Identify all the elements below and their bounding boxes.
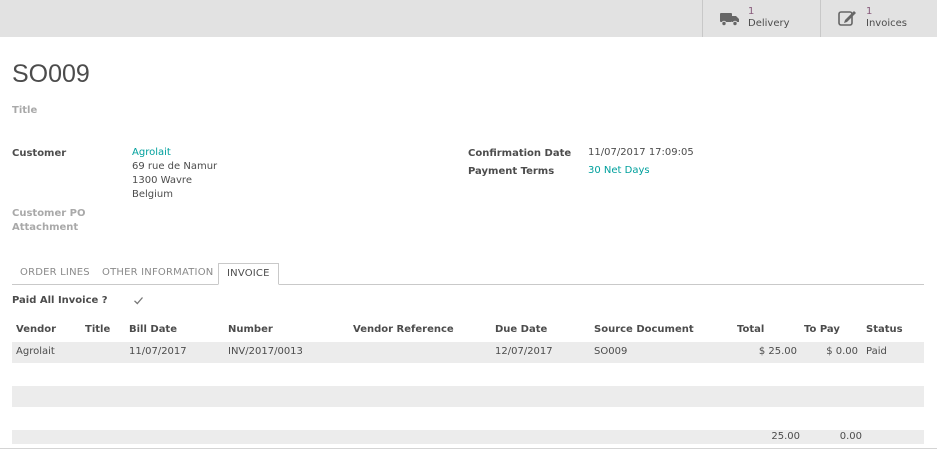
cell-source-document: SO009 [594,346,628,357]
address-line-1: 69 rue de Namur [132,161,218,172]
payment-terms-link[interactable]: 30 Net Days [588,164,650,178]
cell-total: $ 25.00 [758,346,797,357]
col-number[interactable]: Number [228,324,273,335]
col-vendor[interactable]: Vendor [16,324,56,335]
tab-order-lines[interactable]: ORDER LINES [20,267,90,278]
attachment-label: Attachment [12,222,79,233]
pencil-square-icon [838,11,856,26]
cell-number: INV/2017/0013 [228,346,303,357]
table-row[interactable]: Agrolait 11/07/2017 INV/2017/0013 12/07/… [12,342,924,363]
form-sheet: SO009 Title Customer Agrolait 69 rue de … [0,37,937,450]
title-field[interactable]: Title [12,105,37,116]
col-to-pay[interactable]: To Pay [804,324,840,335]
customer-po-label: Customer PO [12,208,86,219]
delivery-stat-button[interactable]: 1 Delivery [702,0,820,37]
invoices-label: Invoices [866,18,907,29]
col-source-document[interactable]: Source Document [594,324,694,335]
delivery-count: 1 [748,6,755,17]
cell-bill-date: 11/07/2017 [129,346,187,357]
col-bill-date[interactable]: Bill Date [129,324,177,335]
invoices-count: 1 [866,6,873,17]
col-vendor-reference[interactable]: Vendor Reference [353,324,454,335]
notebook-tabs: ORDER LINES OTHER INFORMATION INVOICE [12,263,924,285]
col-due-date[interactable]: Due Date [495,324,547,335]
cell-due-date: 12/07/2017 [495,346,553,357]
paid-all-invoice-checkbox[interactable] [133,295,144,306]
truck-icon [720,13,739,27]
cell-vendor: Agrolait [16,346,55,357]
address-line-3: Belgium [132,189,173,200]
invoice-table-header: Vendor Title Bill Date Number Vendor Ref… [12,324,924,338]
tab-other-information[interactable]: OTHER INFORMATION [102,267,213,278]
payment-terms-label: Payment Terms [468,166,555,177]
cell-to-pay: $ 0.00 [826,346,858,357]
confirmation-date-value: 11/07/2017 17:09:05 [588,147,694,158]
col-status[interactable]: Status [866,324,903,335]
table-footer: 25.00 0.00 [12,430,924,444]
customer-label: Customer [12,148,67,159]
customer-link[interactable]: Agrolait [132,146,171,160]
footer-total: 25.00 [771,431,800,442]
button-box: 1 Delivery 1 Invoices [0,0,937,37]
divider [0,448,937,449]
invoices-stat-button[interactable]: 1 Invoices [820,0,937,37]
paid-all-invoice-label: Paid All Invoice ? [12,295,108,306]
tab-invoice[interactable]: INVOICE [218,263,279,285]
empty-row [12,386,924,407]
order-name: SO009 [12,60,90,88]
col-title[interactable]: Title [85,324,110,335]
confirmation-date-label: Confirmation Date [468,148,572,159]
cell-status: Paid [866,346,887,357]
delivery-label: Delivery [748,18,790,29]
col-total[interactable]: Total [737,324,764,335]
footer-to-pay: 0.00 [839,431,862,442]
address-line-2: 1300 Wavre [132,175,192,186]
